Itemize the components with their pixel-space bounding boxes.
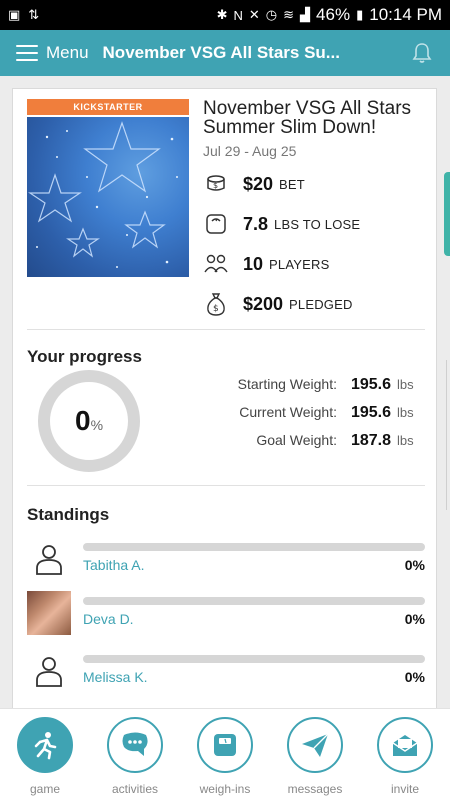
- starting-weight-row: Starting Weight: 195.6 lbs: [237, 376, 414, 393]
- app-bar: Menu November VSG All Stars Su...: [0, 30, 450, 76]
- signal-icon: ▟: [300, 7, 311, 22]
- scale-icon[interactable]: [197, 717, 253, 773]
- weight-summary: Starting Weight: 195.6 lbs Current Weigh…: [213, 376, 425, 460]
- game-info: KICKSTARTER November VSG All Stars Summe…: [27, 99, 425, 329]
- game-title: November VSG All Stars Summer Slim Down!: [203, 98, 412, 138]
- nfc-icon: N: [233, 7, 243, 23]
- game-dates: Jul 29 - Aug 25: [203, 143, 297, 159]
- stat-lbs-to-lose: 7.8 LBS TO LOSE: [203, 211, 360, 237]
- nav-activities[interactable]: activities: [90, 709, 180, 800]
- divider: [27, 329, 425, 330]
- scale-icon: [203, 211, 229, 237]
- sync-icon: ⇅: [28, 7, 40, 22]
- standing-progress-bar: [83, 655, 425, 663]
- kickstarter-badge: KICKSTARTER: [27, 99, 189, 115]
- avatar-placeholder-icon: [27, 537, 71, 581]
- nav-invite[interactable]: invite: [360, 709, 450, 800]
- alarm-icon: ◷: [265, 7, 278, 22]
- paper-plane-icon[interactable]: [287, 717, 343, 773]
- player-name[interactable]: Deva D.: [83, 611, 134, 627]
- player-name[interactable]: Melissa K.: [83, 669, 148, 685]
- player-percent: 0%: [404, 611, 425, 627]
- clock: 10:14 PM: [369, 5, 442, 24]
- standing-progress-bar: [83, 597, 425, 605]
- player-name[interactable]: Tabitha A.: [83, 557, 145, 573]
- chat-icon[interactable]: [107, 717, 163, 773]
- game-card: KICKSTARTER November VSG All Stars Summe…: [12, 88, 437, 718]
- bottom-nav: game activities weigh-ins messages invit…: [0, 708, 450, 800]
- edge-panel-handle[interactable]: [444, 172, 450, 256]
- battery-icon: ▮: [356, 7, 364, 22]
- runner-icon[interactable]: [17, 717, 73, 773]
- status-bar: ▣ ⇅ ✱ N ✕ ◷ ≋ ▟ 46% ▮ 10:14 PM: [0, 0, 450, 30]
- avatar: [27, 591, 71, 635]
- stat-bet: $ $20 BET: [203, 171, 305, 197]
- goal-weight-row: Goal Weight: 187.8 lbs: [256, 432, 414, 449]
- bluetooth-icon: ✱: [216, 7, 228, 22]
- progress-percent: 0 %: [74, 405, 104, 436]
- nav-messages[interactable]: messages: [270, 709, 360, 800]
- svg-text:$: $: [213, 181, 218, 190]
- standings-title: Standings: [27, 505, 110, 524]
- bell-icon[interactable]: [410, 41, 434, 65]
- standing-row[interactable]: Melissa K. 0%: [27, 649, 425, 699]
- battery-percent: 46%: [316, 5, 351, 24]
- coins-icon: $: [203, 171, 229, 197]
- stat-players: 10 PLAYERS: [203, 251, 329, 277]
- game-image: [27, 117, 189, 277]
- standing-row[interactable]: Deva D. 0%: [27, 591, 425, 641]
- players-icon: [203, 251, 229, 277]
- standing-progress-bar: [83, 543, 425, 551]
- divider: [27, 485, 425, 486]
- standing-row[interactable]: Tabitha A. 0%: [27, 537, 425, 587]
- screenshot-icon: ▣: [8, 7, 21, 22]
- player-percent: 0%: [404, 669, 425, 685]
- stars-image: [28, 121, 178, 268]
- menu-icon[interactable]: [16, 45, 38, 61]
- envelope-icon[interactable]: [377, 717, 433, 773]
- stat-pledged: $ $200 PLEDGED: [203, 291, 353, 317]
- nav-game[interactable]: game: [0, 709, 90, 800]
- nav-weigh-ins[interactable]: weigh-ins: [180, 709, 270, 800]
- edge-divider: [446, 360, 450, 510]
- mute-icon: ✕: [248, 7, 260, 22]
- player-percent: 0%: [404, 557, 425, 573]
- wifi-icon: ≋: [283, 7, 295, 22]
- svg-text:$: $: [213, 304, 219, 314]
- current-weight-row: Current Weight: 195.6 lbs: [239, 404, 414, 421]
- avatar-placeholder-icon: [27, 649, 71, 693]
- progress-title: Your progress: [27, 347, 142, 366]
- money-bag-icon: $: [203, 291, 229, 317]
- menu-button[interactable]: Menu: [46, 43, 89, 63]
- app-title: November VSG All Stars Su...: [102, 43, 340, 62]
